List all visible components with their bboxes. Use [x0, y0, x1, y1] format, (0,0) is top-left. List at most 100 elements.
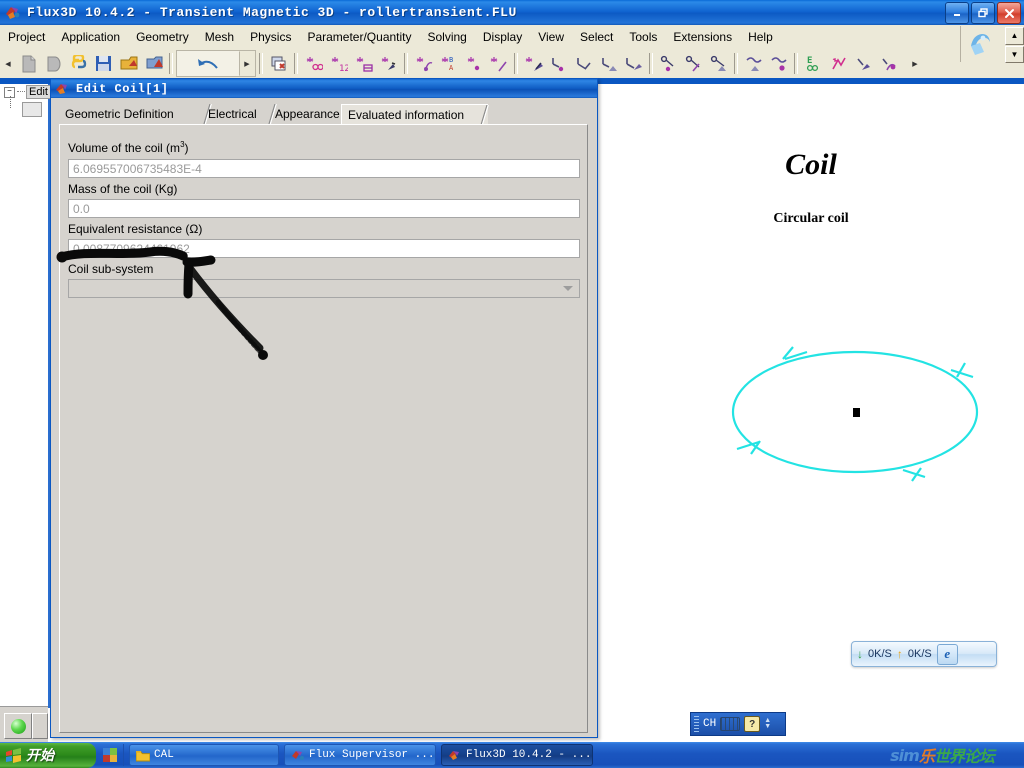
display-properties-icon[interactable] — [102, 747, 118, 763]
coil-sub-system-combo[interactable] — [68, 279, 580, 298]
download-rate-text: 0K/S — [868, 648, 892, 660]
sensor-icon[interactable] — [851, 51, 876, 76]
solve-icon[interactable]: E — [801, 51, 826, 76]
cedrat-logo-icon — [960, 26, 997, 62]
post-process-icon[interactable] — [826, 51, 851, 76]
undo-dropdown-arrow[interactable]: ▶ — [239, 51, 255, 76]
menu-select[interactable]: Select — [572, 27, 621, 47]
mesh-line-icon[interactable] — [546, 51, 571, 76]
taskbar-item-cal[interactable]: CAL — [129, 744, 279, 766]
help-icon[interactable]: ? — [744, 716, 761, 732]
svg-text:E: E — [807, 56, 812, 66]
material-point-icon[interactable] — [656, 51, 681, 76]
python-script-icon[interactable] — [66, 51, 91, 76]
tab-geometric-definition[interactable]: Geometric Definition — [59, 104, 212, 124]
tab-label: Evaluated information — [348, 108, 465, 122]
start-button[interactable]: 开始 — [0, 742, 96, 768]
toolbar-separator — [404, 53, 408, 74]
coil-icon[interactable] — [741, 51, 766, 76]
mesh-assign-icon[interactable] — [621, 51, 646, 76]
point-infinite-icon[interactable] — [301, 51, 326, 76]
dialog-titlebar[interactable]: Edit Coil[1] — [51, 79, 597, 98]
circuit-icon[interactable] — [766, 51, 791, 76]
dialog-body: Geometric Definition Electrical Appearan… — [54, 101, 594, 734]
mesh-point-icon[interactable] — [521, 51, 546, 76]
restore-button[interactable] — [971, 2, 995, 24]
internet-explorer-icon[interactable]: e — [936, 643, 958, 665]
toolbar-separator — [514, 53, 518, 74]
download-arrow-icon: ↓ — [857, 647, 863, 661]
toolbar-overflow-button[interactable]: ▶ — [907, 51, 923, 76]
tab-label: Geometric Definition — [65, 107, 174, 121]
material-face-icon[interactable] — [706, 51, 731, 76]
flux-dialog-icon — [55, 82, 70, 96]
menu-mesh[interactable]: Mesh — [197, 27, 242, 47]
menu-geometry[interactable]: Geometry — [128, 27, 197, 47]
mesh-face-icon[interactable] — [571, 51, 596, 76]
save-icon[interactable] — [91, 51, 116, 76]
export-icon[interactable] — [141, 51, 166, 76]
close-button[interactable] — [997, 2, 1021, 24]
line-segment-icon[interactable]: 12 — [326, 51, 351, 76]
status-indicator-cell — [4, 713, 32, 739]
ime-drag-handle[interactable] — [694, 716, 699, 732]
toolbar-separator — [259, 53, 263, 74]
ime-language-bar[interactable]: CH ? ▲ ▼ — [690, 712, 786, 736]
scroll-up-button[interactable]: ▲ — [1005, 27, 1024, 45]
watermark-text-left: sim — [890, 745, 920, 765]
menu-parameter-quantity[interactable]: Parameter/Quantity — [299, 27, 419, 47]
flux-supervisor-icon — [291, 749, 305, 762]
undo-group: ▶ — [176, 50, 256, 77]
equivalent-resistance-label: Equivalent resistance (Ω) — [68, 222, 203, 236]
tab-electrical[interactable]: Electrical — [202, 104, 277, 124]
tree-vertical-line — [10, 96, 12, 108]
tree-node-label: Edit — [26, 85, 51, 99]
circular-coil-graphic — [715, 330, 995, 505]
menu-project[interactable]: Project — [0, 27, 53, 47]
menu-help[interactable]: Help — [740, 27, 781, 47]
undo-icon[interactable] — [177, 51, 239, 76]
volume-of-the-coil-input[interactable]: 6.069557006735483E-4 — [68, 159, 580, 178]
mesh-volume-icon[interactable] — [596, 51, 621, 76]
menu-tools[interactable]: Tools — [621, 27, 665, 47]
tree-child-node[interactable] — [22, 102, 42, 117]
open-document-icon[interactable] — [41, 51, 66, 76]
keyboard-icon[interactable] — [720, 717, 741, 731]
menu-solving[interactable]: Solving — [420, 27, 475, 47]
tab-evaluated-information[interactable]: Evaluated information — [341, 104, 489, 125]
close-window-icon[interactable] — [266, 51, 291, 76]
rotation-icon[interactable] — [411, 51, 436, 76]
material-line-icon[interactable] — [681, 51, 706, 76]
tab-label: Electrical — [208, 107, 257, 121]
minimize-button[interactable] — [945, 2, 969, 24]
status-bar — [0, 706, 48, 743]
import-icon[interactable] — [116, 51, 141, 76]
scroll-down-button[interactable]: ▼ — [1005, 45, 1024, 63]
equivalent-resistance-input[interactable]: 0.0087709624461962 — [68, 239, 580, 258]
main-window-titlebar[interactable]: Flux3D 10.4.2 - Transient Magnetic 3D - … — [0, 0, 1024, 25]
caret-down-icon: ▼ — [764, 723, 772, 730]
new-document-icon[interactable] — [16, 51, 41, 76]
mass-of-the-coil-input[interactable]: 0.0 — [68, 199, 580, 218]
spectrum-icon[interactable] — [876, 51, 901, 76]
svg-text:A: A — [449, 64, 454, 72]
menu-display[interactable]: Display — [475, 27, 530, 47]
taskbar-item-flux-supervisor[interactable]: Flux Supervisor ... — [284, 744, 436, 766]
toolbar-scroll-left-button[interactable]: ◀ — [0, 51, 16, 76]
menu-physics[interactable]: Physics — [242, 27, 299, 47]
taskbar-item-flux3d[interactable]: Flux3D 10.4.2 - ... — [441, 744, 593, 766]
network-speed-widget[interactable]: ↓ 0K/S ↑ 0K/S e — [851, 641, 997, 667]
face-build-icon[interactable] — [351, 51, 376, 76]
transform-icon[interactable] — [461, 51, 486, 76]
extrusion-icon[interactable] — [376, 51, 401, 76]
ime-expand-caret[interactable]: ▲ ▼ — [764, 717, 772, 730]
chevron-down-icon — [563, 286, 573, 291]
menu-extensions[interactable]: Extensions — [665, 27, 740, 47]
assembly-icon[interactable] — [486, 51, 511, 76]
boundary-icon[interactable]: BA — [436, 51, 461, 76]
ime-language-label[interactable]: CH — [703, 718, 716, 730]
flux-app-icon — [448, 749, 462, 762]
menu-view[interactable]: View — [530, 27, 572, 47]
tree-connector — [17, 91, 25, 93]
menu-application[interactable]: Application — [53, 27, 128, 47]
